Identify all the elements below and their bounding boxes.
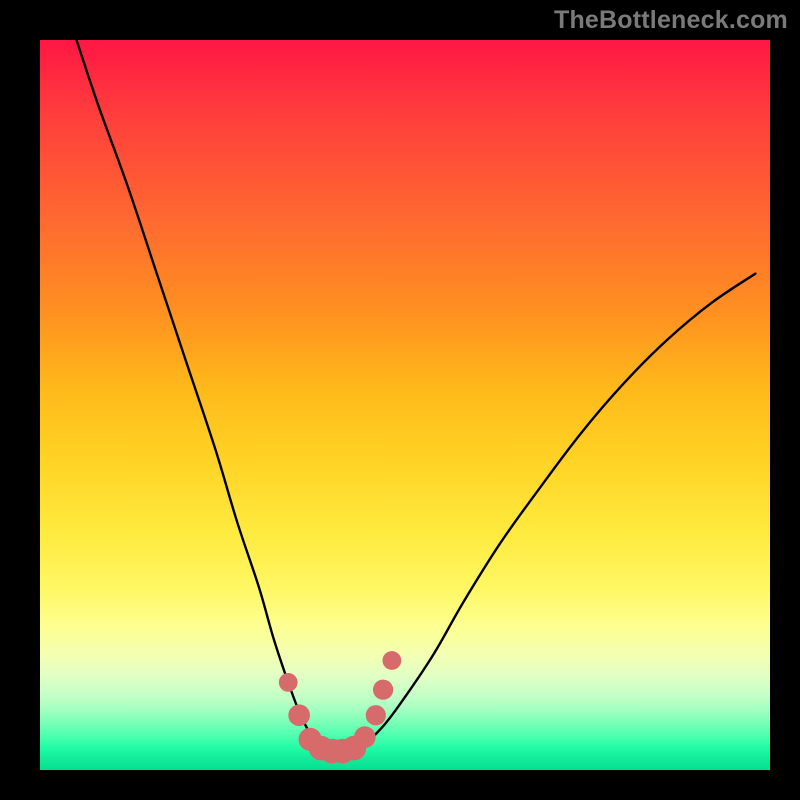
curve-markers bbox=[279, 651, 401, 763]
curve-marker bbox=[366, 705, 386, 725]
curve-marker bbox=[279, 673, 298, 692]
curve-layer bbox=[40, 40, 770, 770]
curve-marker bbox=[373, 680, 393, 700]
bottleneck-curve bbox=[77, 40, 756, 752]
chart-frame: TheBottleneck.com bbox=[0, 0, 800, 800]
curve-marker bbox=[288, 704, 310, 726]
watermark-text: TheBottleneck.com bbox=[554, 6, 788, 35]
curve-marker bbox=[354, 726, 376, 748]
curve-marker bbox=[382, 651, 401, 670]
